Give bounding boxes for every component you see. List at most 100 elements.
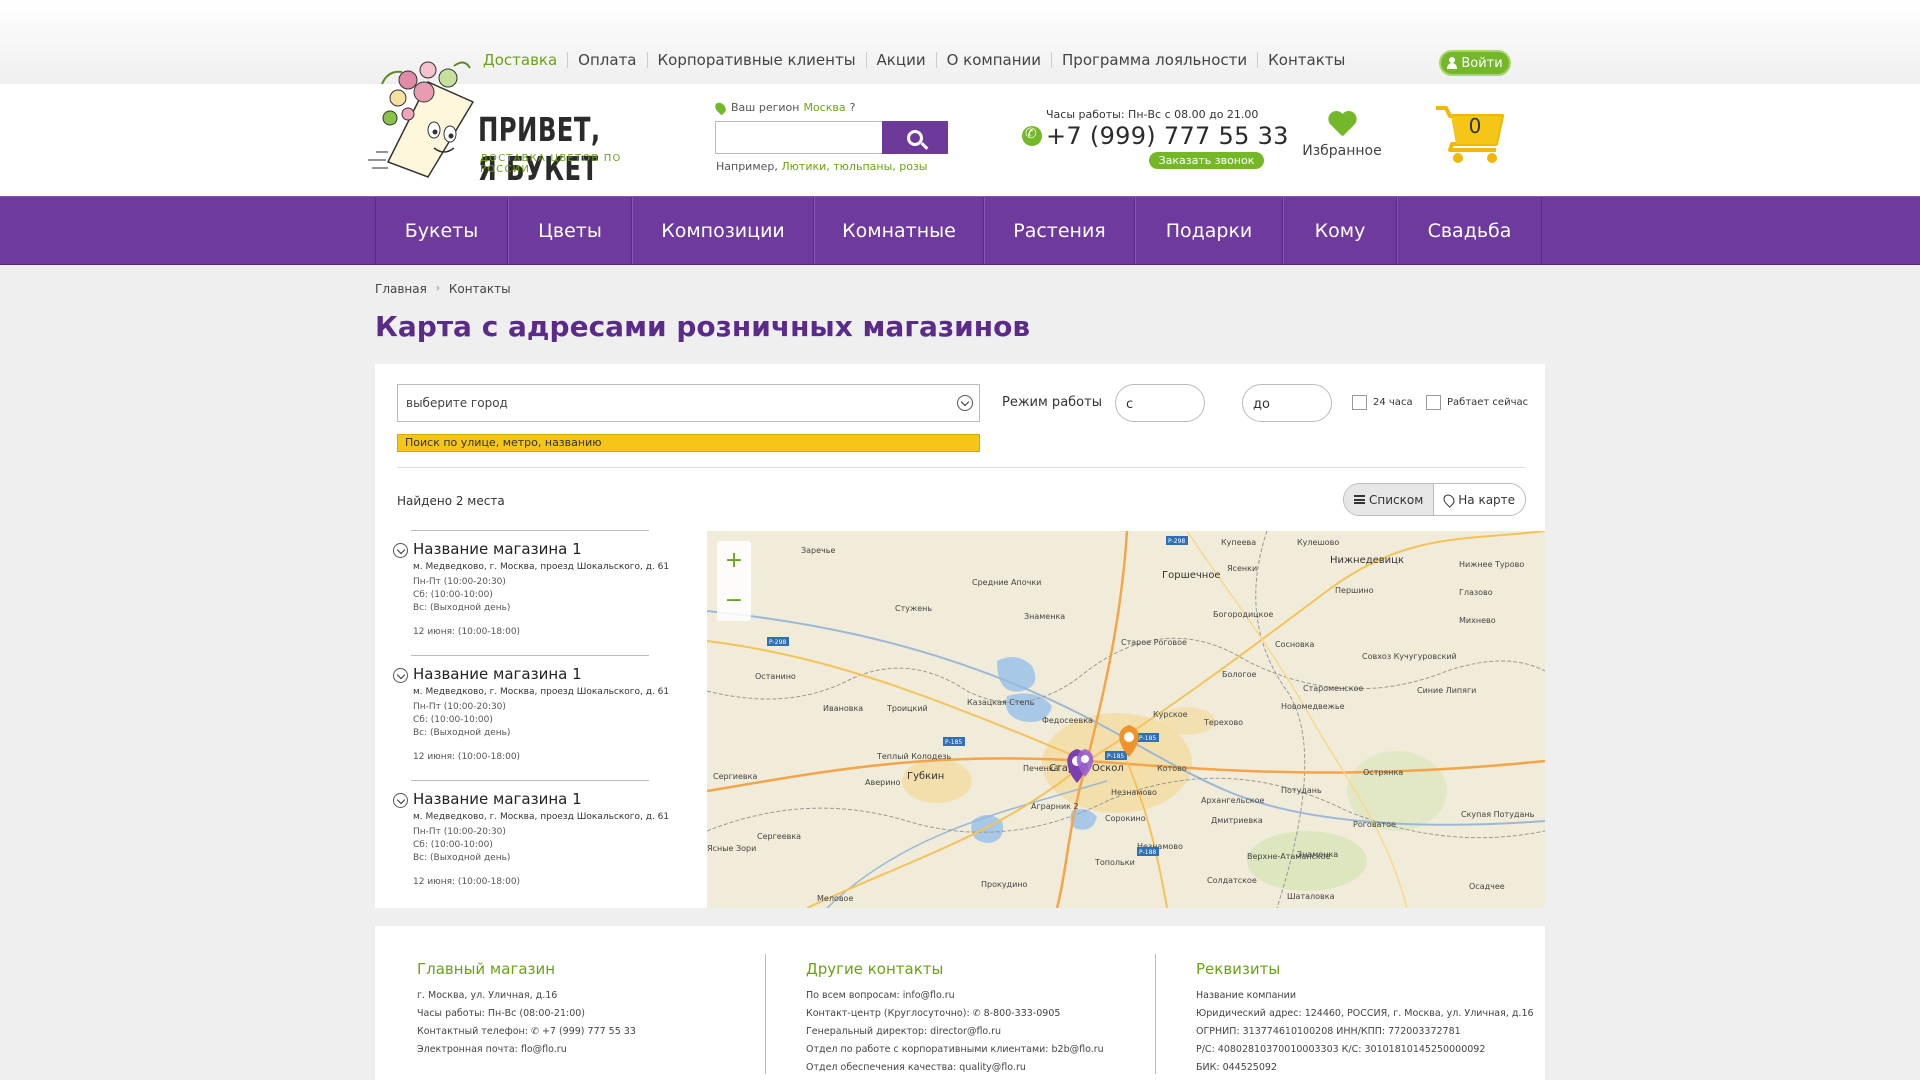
checkbox-24h[interactable]: 24 часа: [1352, 395, 1413, 410]
main-navigation: Букеты Цветы Композиции Комнатные Растен…: [0, 196, 1920, 265]
footer-other-b2b[interactable]: Отдел по работе с корпоративными клиента…: [806, 1041, 1146, 1059]
topnav-loyalty[interactable]: Программа лояльности: [1051, 52, 1257, 68]
zoom-in-button[interactable]: +: [717, 541, 751, 581]
map-place-label: Купеева: [1221, 538, 1256, 547]
footer-other-general[interactable]: По всем вопросам: info@flo.ru: [806, 987, 1146, 1005]
footer-other-director[interactable]: Генеральный директор: director@flo.ru: [806, 1023, 1146, 1041]
view-map-label: На карте: [1458, 492, 1516, 507]
footer-other-quality[interactable]: Отдел обеспечения качества: quality@flo.…: [806, 1059, 1146, 1077]
map-place-label: Скупая Потудань: [1461, 810, 1535, 819]
map-place-label: Ивановка: [823, 704, 863, 713]
store-hours-saturday: Сб: (10:00-10:00): [413, 715, 493, 725]
store-item[interactable]: Название магазина 1 м. Медведково, г. Мо…: [393, 780, 669, 905]
store-hours-weekdays: Пн-Пт (10:00-20:30): [413, 577, 506, 587]
map-place-label: Стужень: [895, 604, 932, 613]
time-from-input[interactable]: с: [1115, 384, 1205, 422]
search-hint-examples[interactable]: Лютики, тюльпаны, розы: [781, 160, 927, 173]
region-city[interactable]: Москва: [803, 101, 845, 114]
store-hours-saturday: Сб: (10:00-10:00): [413, 590, 493, 600]
map-place-label: Топольки: [1094, 858, 1135, 867]
checkbox-open-now-box[interactable]: [1426, 395, 1441, 410]
footer-main-email[interactable]: Электронная почта: flo@flo.ru: [417, 1041, 757, 1059]
header: [0, 84, 1920, 196]
list-icon: [1354, 495, 1365, 504]
phone-number[interactable]: +7 (999) 777 55 33: [1022, 122, 1289, 150]
footer-req-company: Название компании: [1196, 990, 1296, 1001]
footer-other-call-center[interactable]: Контакт-центр (Круглосуточно): ✆ 8-800-3…: [806, 1005, 1146, 1023]
store-item[interactable]: Название магазина 1 м. Медведково, г. Мо…: [393, 655, 669, 780]
region-label: Ваш регион: [731, 101, 800, 114]
search-icon: [907, 129, 923, 146]
map-place-label: Нижнедевицк: [1330, 555, 1404, 566]
cart-button[interactable]: 0: [1434, 104, 1506, 166]
view-map-button[interactable]: На карте: [1434, 484, 1525, 515]
login-button[interactable]: Войти: [1439, 50, 1511, 76]
logo-title: ПРИВЕТ, Я БУКЕТ: [478, 110, 601, 188]
nav-gifts[interactable]: Подарки: [1135, 197, 1283, 264]
nav-recipients[interactable]: Кому: [1283, 197, 1397, 264]
store-hours-saturday: Сб: (10:00-10:00): [413, 840, 493, 850]
nav-compositions[interactable]: Композиции: [632, 197, 814, 264]
nav-plants[interactable]: Растения: [984, 197, 1135, 264]
divider: [397, 467, 1525, 468]
topnav-promotions[interactable]: Акции: [865, 52, 936, 68]
topnav-about[interactable]: О компании: [935, 52, 1051, 68]
search-button[interactable]: [882, 121, 948, 154]
map-place-label: Знаменка: [1297, 850, 1338, 859]
store-hours-sunday: Вс: (Выходной день): [413, 853, 511, 863]
store-map[interactable]: Заречье Горшечное Нижнедевицк Купеева Яс…: [707, 531, 1545, 908]
chevron-down-icon: [957, 395, 973, 411]
checkbox-open-now[interactable]: Рабтает сейчас: [1426, 395, 1528, 410]
callback-button[interactable]: Заказать звонок: [1149, 152, 1264, 169]
store-address: м. Медведково, г. Москва, проезд Шокальс…: [413, 562, 669, 572]
view-list-button[interactable]: Списком: [1344, 484, 1435, 515]
nav-flowers[interactable]: Цветы: [508, 197, 632, 264]
expand-icon[interactable]: [393, 668, 408, 683]
map-place-label: Сорокино: [1105, 814, 1146, 823]
nav-bouquets[interactable]: Букеты: [375, 197, 508, 264]
breadcrumb-home[interactable]: Главная: [375, 282, 427, 296]
topnav-contacts[interactable]: Контакты: [1257, 52, 1355, 68]
login-label: Войти: [1461, 55, 1503, 71]
search-hint: Например, Лютики, тюльпаны, розы: [716, 160, 928, 173]
map-place-label: Средние Апочки: [972, 578, 1041, 587]
view-list-label: Списком: [1369, 492, 1424, 507]
footer-separator: [765, 954, 766, 1074]
checkbox-24h-box[interactable]: [1352, 395, 1367, 410]
map-place-label: Ясенки: [1227, 564, 1257, 573]
map-place-label: Новомедвежье: [1281, 702, 1345, 711]
expand-icon[interactable]: [393, 543, 408, 558]
store-hours-sunday: Вс: (Выходной день): [413, 603, 511, 613]
map-urban-area: [1347, 751, 1447, 831]
logo[interactable]: ПРИВЕТ, Я БУКЕТ ДОСТАВКА ЦВЕТОВ ПО РОССИ…: [368, 42, 658, 188]
footer-main-phone[interactable]: Контактный телефон: ✆ +7 (999) 777 55 33: [417, 1023, 757, 1041]
phone-icon: [1022, 126, 1042, 146]
map-place-label: Солдатское: [1207, 876, 1257, 885]
map-place-label: Потудань: [1281, 786, 1322, 795]
region-question: ?: [849, 101, 856, 114]
street-search-input[interactable]: Поиск по улице, метро, названию: [397, 434, 980, 452]
search-input[interactable]: [715, 121, 883, 154]
checkbox-24h-label: 24 часа: [1373, 397, 1413, 408]
zoom-out-button[interactable]: −: [717, 581, 751, 621]
city-select[interactable]: выберите город: [397, 384, 980, 422]
topnav-corporate[interactable]: Корпоративные клиенты: [646, 52, 866, 68]
footer-other-contacts: Другие контакты По всем вопросам: info@f…: [806, 960, 1146, 1077]
store-item[interactable]: Название магазина 1 м. Медведково, г. Мо…: [393, 530, 669, 655]
expand-icon[interactable]: [393, 793, 408, 808]
map-place-label: Троицкий: [886, 704, 928, 713]
region-selector[interactable]: Ваш регион Москва ?: [713, 100, 856, 115]
map-place-label: Першино: [1335, 586, 1374, 595]
map-place-label: Совхоз Кучугуровский: [1362, 652, 1457, 661]
map-water: [971, 815, 1004, 843]
footer-main-hours: Часы работы: Пн-Вс (08:00-21:00): [417, 1008, 585, 1019]
map-place-label: Богородицкое: [1213, 610, 1273, 619]
time-to-input[interactable]: до: [1242, 384, 1332, 422]
nav-houseplants[interactable]: Комнатные: [814, 197, 984, 264]
favorites-link[interactable]: Избранное: [1302, 112, 1382, 159]
favorites-label: Избранное: [1302, 143, 1382, 159]
map-road-label: Р-185: [1107, 753, 1124, 760]
map-road-label: Р-185: [1139, 735, 1156, 742]
nav-wedding[interactable]: Свадьба: [1397, 197, 1542, 264]
map-canvas[interactable]: Заречье Горшечное Нижнедевицк Купеева Яс…: [707, 531, 1545, 908]
